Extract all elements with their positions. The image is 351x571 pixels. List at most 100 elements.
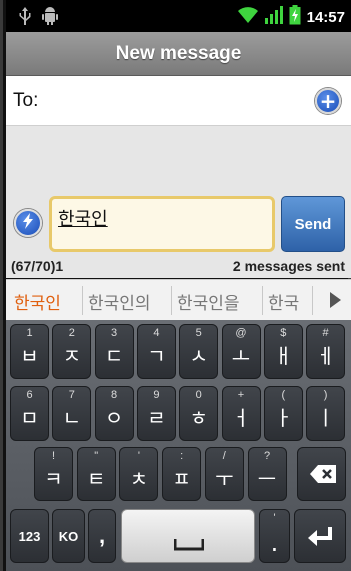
key[interactable]: ! ㅋ <box>34 447 73 501</box>
right-arrow-icon[interactable] <box>330 292 341 308</box>
key[interactable]: ' ㅊ <box>119 447 159 501</box>
clock: 14:57 <box>306 8 345 26</box>
key[interactable]: # ㅔ <box>306 324 346 379</box>
key-main-label: ㄱ <box>147 344 166 368</box>
suggestion-item[interactable]: 한국인의 <box>88 289 151 314</box>
key-main-label: ㅜ <box>215 467 234 491</box>
key-main-label: ㅅ <box>189 344 208 368</box>
key-main-label: ㅌ <box>86 467 106 491</box>
key[interactable]: 3ㄷ <box>94 324 134 379</box>
key-main-label: ㅡ <box>257 467 277 491</box>
message-input[interactable]: 한국인 <box>49 196 275 252</box>
key-main-label: ㅐ <box>274 344 293 368</box>
key-sub-label: # <box>322 327 329 339</box>
key[interactable]: + ㅓ <box>221 386 261 441</box>
key-sub-label: + <box>237 389 245 401</box>
key-sub-label: 5 <box>195 327 202 339</box>
key[interactable]: 6ㅁ <box>10 386 49 441</box>
key-sub-label: 8 <box>111 389 118 401</box>
attach-smiley-button[interactable] <box>14 209 42 237</box>
key-sub-label: ! <box>51 450 56 462</box>
key[interactable]: 9ㄹ <box>136 386 176 441</box>
divider <box>82 286 83 315</box>
space-key[interactable] <box>121 509 255 563</box>
battery-charging-icon <box>289 5 301 29</box>
key[interactable]: 8ㅇ <box>94 386 134 441</box>
key-sub-label: 2 <box>68 327 75 339</box>
key[interactable]: ? ㅡ <box>247 447 287 501</box>
key-main-label: ㅍ <box>172 467 191 491</box>
wifi-icon <box>237 6 259 28</box>
key[interactable]: 5ㅅ <box>179 324 219 379</box>
send-button[interactable]: Send <box>281 196 345 252</box>
status-bar: 14:57 <box>6 0 351 32</box>
key-sub-label: 9 <box>153 389 160 401</box>
key-sub-label: ( <box>281 389 286 401</box>
key-main-label: ㅈ <box>62 344 81 368</box>
backspace-icon <box>310 465 336 487</box>
key-sub-label: / <box>222 450 226 462</box>
key-sub-label: 0 <box>195 389 202 401</box>
key[interactable]: / ㅜ <box>204 447 244 501</box>
suggestion-item[interactable]: 한국 <box>268 289 308 314</box>
key[interactable]: ) ㅣ <box>306 386 346 441</box>
char-count: (67/70)1 <box>11 258 64 274</box>
divider <box>312 286 313 315</box>
usb-icon <box>18 7 32 29</box>
key-sub-label: ? <box>263 450 271 462</box>
message-counter: (67/70)1 2 messages sent <box>6 257 351 278</box>
key-main-label: ㅁ <box>20 406 39 430</box>
numbers-key[interactable]: 123 <box>10 509 49 563</box>
key-sub-label: ) <box>323 389 328 401</box>
suggestion-item[interactable]: 한국인을 <box>177 289 240 314</box>
title-bar: New message <box>6 32 351 76</box>
recipient-label: To: <box>13 90 39 111</box>
space-icon <box>173 536 205 555</box>
key-main-label: ㅂ <box>20 344 39 368</box>
key-main-label: ㅇ <box>104 406 124 430</box>
plus-icon: + <box>319 89 337 113</box>
key[interactable]: @ ㅗ <box>221 324 261 379</box>
language-key[interactable]: KO <box>52 509 85 563</box>
key[interactable]: (ㅏ <box>263 386 303 441</box>
key-main-label: ㅔ <box>316 344 335 368</box>
key[interactable]: 2ㅈ <box>52 324 92 379</box>
conversation-area <box>6 126 351 193</box>
key[interactable]: 1ㅂ <box>10 324 49 379</box>
lightning-icon <box>22 213 34 233</box>
keyboard: 1 ㅂ 2 ㅈ 3 ㄷ 4 ㄱ 5 ㅅ @ ㅗ $ ㅐ # ㅔ 6 ㅁ 7 ㄴ 8 ㅇ 9 ㄹ 0 ㅎ + ㅓ(ㅏ) ㅣ ! ㅋ " ㅌ ' ㅊ… <box>6 320 351 571</box>
key-sub-label: 4 <box>153 327 160 339</box>
key[interactable]: 4ㄱ <box>136 324 176 379</box>
key[interactable]: " ㅌ <box>76 447 116 501</box>
key[interactable]: $ ㅐ <box>263 324 303 379</box>
key-sub-label: " <box>94 450 99 462</box>
period-key-label: . <box>270 529 279 557</box>
key-sub-label: ' <box>137 450 140 462</box>
recipient-field[interactable]: To: + <box>6 76 351 126</box>
divider <box>171 286 172 315</box>
key-main-label: ㅣ <box>316 406 335 430</box>
key-sub-label: @ <box>235 327 247 339</box>
key[interactable]: :ㅍ <box>162 447 202 501</box>
key[interactable]: 7ㄴ <box>52 386 92 441</box>
comma-key[interactable]: , <box>88 509 116 563</box>
enter-icon <box>308 527 334 551</box>
delete-key[interactable] <box>297 447 346 501</box>
signal-icon <box>264 6 283 28</box>
key-main-label: ㅋ <box>44 467 63 491</box>
suggestion-item[interactable]: 한국인 <box>14 289 61 314</box>
key-sub-label: 1 <box>26 327 33 339</box>
messages-sent-count: 2 messages sent <box>232 258 345 274</box>
add-recipient-button[interactable]: + <box>315 88 341 114</box>
key[interactable]: 0ㅎ <box>179 386 219 441</box>
enter-key[interactable] <box>294 509 346 563</box>
android-debug-icon <box>42 7 58 29</box>
key-main-label: ㄷ <box>104 344 124 368</box>
key-main-label: ㅗ <box>231 344 251 368</box>
key-main-label: ㅊ <box>129 467 149 491</box>
key-main-label: ㅓ <box>231 406 251 430</box>
suggestion-bar: 한국인 한국인의 한국인을 한국 <box>6 279 351 320</box>
key-sub-label: 6 <box>26 389 33 401</box>
period-key[interactable]: ' . <box>259 509 290 563</box>
key-sub-label: : <box>180 450 184 462</box>
